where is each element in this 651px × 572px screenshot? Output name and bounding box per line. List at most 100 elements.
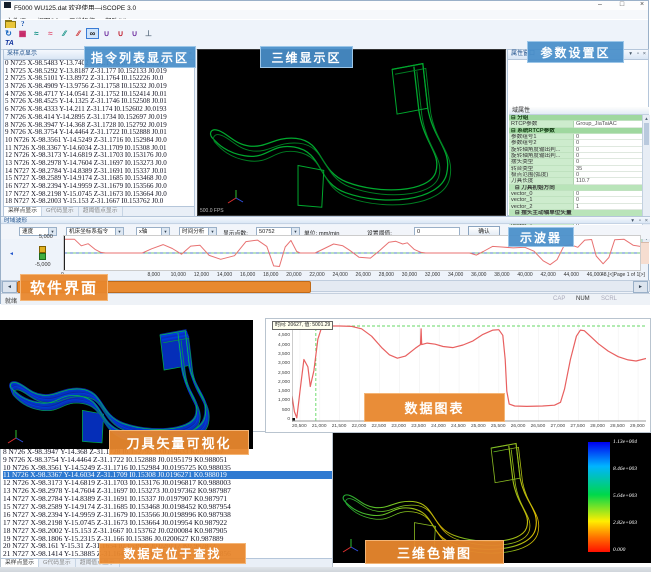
annotation-label: 数据定位于查找 [99, 543, 246, 564]
vector-u2-icon[interactable]: ∪ [114, 28, 127, 39]
axis-triad-icon [226, 188, 246, 208]
wave-panel-header: 时域波形 ▾ ▫ × [1, 216, 650, 224]
marker-green-icon[interactable] [39, 253, 46, 260]
scroll-left-icon[interactable]: ◄ [2, 281, 17, 293]
wave-x-tick: 36,000 [471, 272, 486, 278]
annotation-label: 指令列表显示区 [84, 46, 196, 68]
color-scale-label: 2.82e+003 [613, 520, 637, 526]
chart-x-tick: 26,500 [531, 424, 546, 429]
wave-x-tick: 28,000 [379, 272, 394, 278]
color-scale-bar [588, 442, 610, 552]
chart-y-tick: 1,500 [272, 389, 290, 394]
signal-teal-icon[interactable]: ≈ [30, 28, 43, 39]
color-scale-label: 5.64e+003 [613, 493, 637, 499]
wave-x-tick: 34,000 [448, 272, 463, 278]
marker-yellow-icon[interactable] [39, 246, 46, 253]
wave-x-tick: 22,000 [309, 272, 324, 278]
chart-x-tick: 29,000 [630, 424, 645, 429]
fps-counter: 500.0 FPS [200, 208, 224, 214]
chart-y-tick: 2,500 [272, 371, 290, 376]
sample-panel-tabs: 采样点显示G代码显示超阈值点显示 [4, 206, 194, 216]
wave-x-tick: 20,000 [286, 272, 301, 278]
wave-x-tick: 24,000 [332, 272, 347, 278]
hatch-teal-icon[interactable]: ∕∕ [58, 28, 71, 39]
annotation-label: 数据图表 [364, 393, 505, 422]
axis-triad-icon [341, 537, 359, 555]
sample-point-panel: 采样点显示 ▾ ▫ × 0 N725 X-98.5483 Y-13.7402 Z… [3, 49, 195, 216]
annotation-label: 三维色谱图 [365, 540, 504, 564]
wave-x-tick: 14,000 [217, 272, 232, 278]
chart-x-tick: 21,500 [332, 424, 347, 429]
status-cap: CAP [553, 296, 565, 302]
pin-icon[interactable]: ▾ [629, 50, 632, 59]
pin-icon[interactable]: ▾ [631, 217, 634, 225]
scroll-up-icon[interactable]: ▲ [643, 115, 650, 122]
chart-x-tick: 24,500 [451, 424, 466, 429]
wave-panel-title: 时域波形 [4, 218, 27, 224]
vector-u3-icon[interactable]: ∪ [128, 28, 141, 39]
chevron-down-icon: ▼ [208, 228, 216, 235]
color-scale-label: 1.13e+004 [613, 439, 637, 445]
chevron-down-icon: ▼ [115, 228, 123, 235]
scroll-thumb[interactable] [644, 123, 649, 145]
minimize-button[interactable]: – [593, 1, 607, 9]
dock-icon[interactable]: ▫ [637, 50, 639, 59]
chart-y-tick: 500 [272, 408, 290, 413]
tab-G代码显示[interactable]: G代码显示 [42, 207, 79, 216]
3d-display-area[interactable]: 500.0 FPS [197, 49, 506, 216]
close-button[interactable]: × [635, 1, 649, 9]
signal-pink-icon[interactable]: ≈ [44, 28, 57, 39]
sample-panel-title: 采样点显示 [7, 51, 37, 57]
wave-x-tick: 12,000 [194, 272, 209, 278]
palette-icon[interactable]: ▦ [16, 28, 29, 39]
annotation-label: 参数设置区 [527, 41, 624, 63]
property-tab[interactable]: 域属性 [509, 107, 649, 115]
close-panel-icon[interactable]: × [645, 217, 648, 225]
status-ready: 就绪 [5, 296, 17, 305]
chart-tooltip: 时间: 20627, 值: 5001.29 [272, 321, 333, 330]
status-num: NUM [576, 296, 590, 302]
chart-x-tick: 28,000 [590, 424, 605, 429]
wave-x-tick: 32,000 [425, 272, 440, 278]
chart-x-tick: 22,000 [352, 424, 367, 429]
wave-x-tick: 46,000 [587, 272, 602, 278]
ta-button[interactable]: TA [5, 40, 14, 47]
chart-x-tick: 25,000 [471, 424, 486, 429]
wave-x-tick: 40,000 [517, 272, 532, 278]
wave-pager[interactable]: 48,[<]Page 1 of 1[>] [601, 272, 645, 278]
tab-超阈值点显示[interactable]: 超阈值点显示 [79, 207, 123, 216]
bottom-edge-strip [0, 567, 651, 572]
refresh-icon[interactable]: ↻ [2, 28, 15, 39]
chart-x-tick: 26,000 [511, 424, 526, 429]
chart-x-tick: 22,500 [372, 424, 387, 429]
tab-采样点显示[interactable]: 采样点显示 [4, 207, 42, 216]
chart-y-tick: 4,000 [272, 343, 290, 348]
vector-u1-icon[interactable]: ∪ [100, 28, 113, 39]
chart-y-tick: 2,000 [272, 380, 290, 385]
chart-y-tick: 0 [272, 417, 290, 422]
dock-icon[interactable]: ▫ [639, 217, 641, 225]
chart-x-tick: 27,500 [570, 424, 585, 429]
arrow-left-icon[interactable]: ◄ [9, 251, 14, 257]
infinity-icon[interactable]: ∞ [86, 28, 99, 39]
wave-x-tick: 8,000 [147, 272, 160, 278]
chart-x-tick: 20,500 [292, 424, 307, 429]
status-scrl: SCRL [601, 296, 617, 302]
property-panel: 属性窗口 ▾ ▫ × 域属性 ⊟ 分组RTCP参数Group_JiaTaiAC⊟… [507, 49, 649, 216]
scroll-right-icon[interactable]: ► [633, 281, 648, 293]
annotation-label: 刀具矢量可视化 [109, 430, 249, 455]
list-item[interactable]: 18 N727 X-98.2003 Y-15.153 Z-31.1667 I0.… [5, 198, 193, 206]
close-panel-icon[interactable]: × [643, 50, 646, 59]
toolbar-row-2: ↻▦≈≈∕∕∕∕∞∪∪∪⊥ [1, 28, 648, 40]
help-icon[interactable]: ? [21, 20, 25, 28]
perpendicular-icon[interactable]: ⊥ [142, 28, 155, 39]
wave-x-tick: 18,000 [263, 272, 278, 278]
chart-x-tick: 24,000 [431, 424, 446, 429]
wave-ymax-label: 5,000 [39, 234, 53, 240]
hatch-red-icon[interactable]: ∕∕ [72, 28, 85, 39]
app-icon [4, 2, 11, 8]
chevron-down-icon: ▼ [161, 228, 169, 235]
chart-x-tick: 23,500 [411, 424, 426, 429]
maximize-button[interactable]: □ [615, 1, 629, 9]
chart-y-tick: 1,000 [272, 398, 290, 403]
